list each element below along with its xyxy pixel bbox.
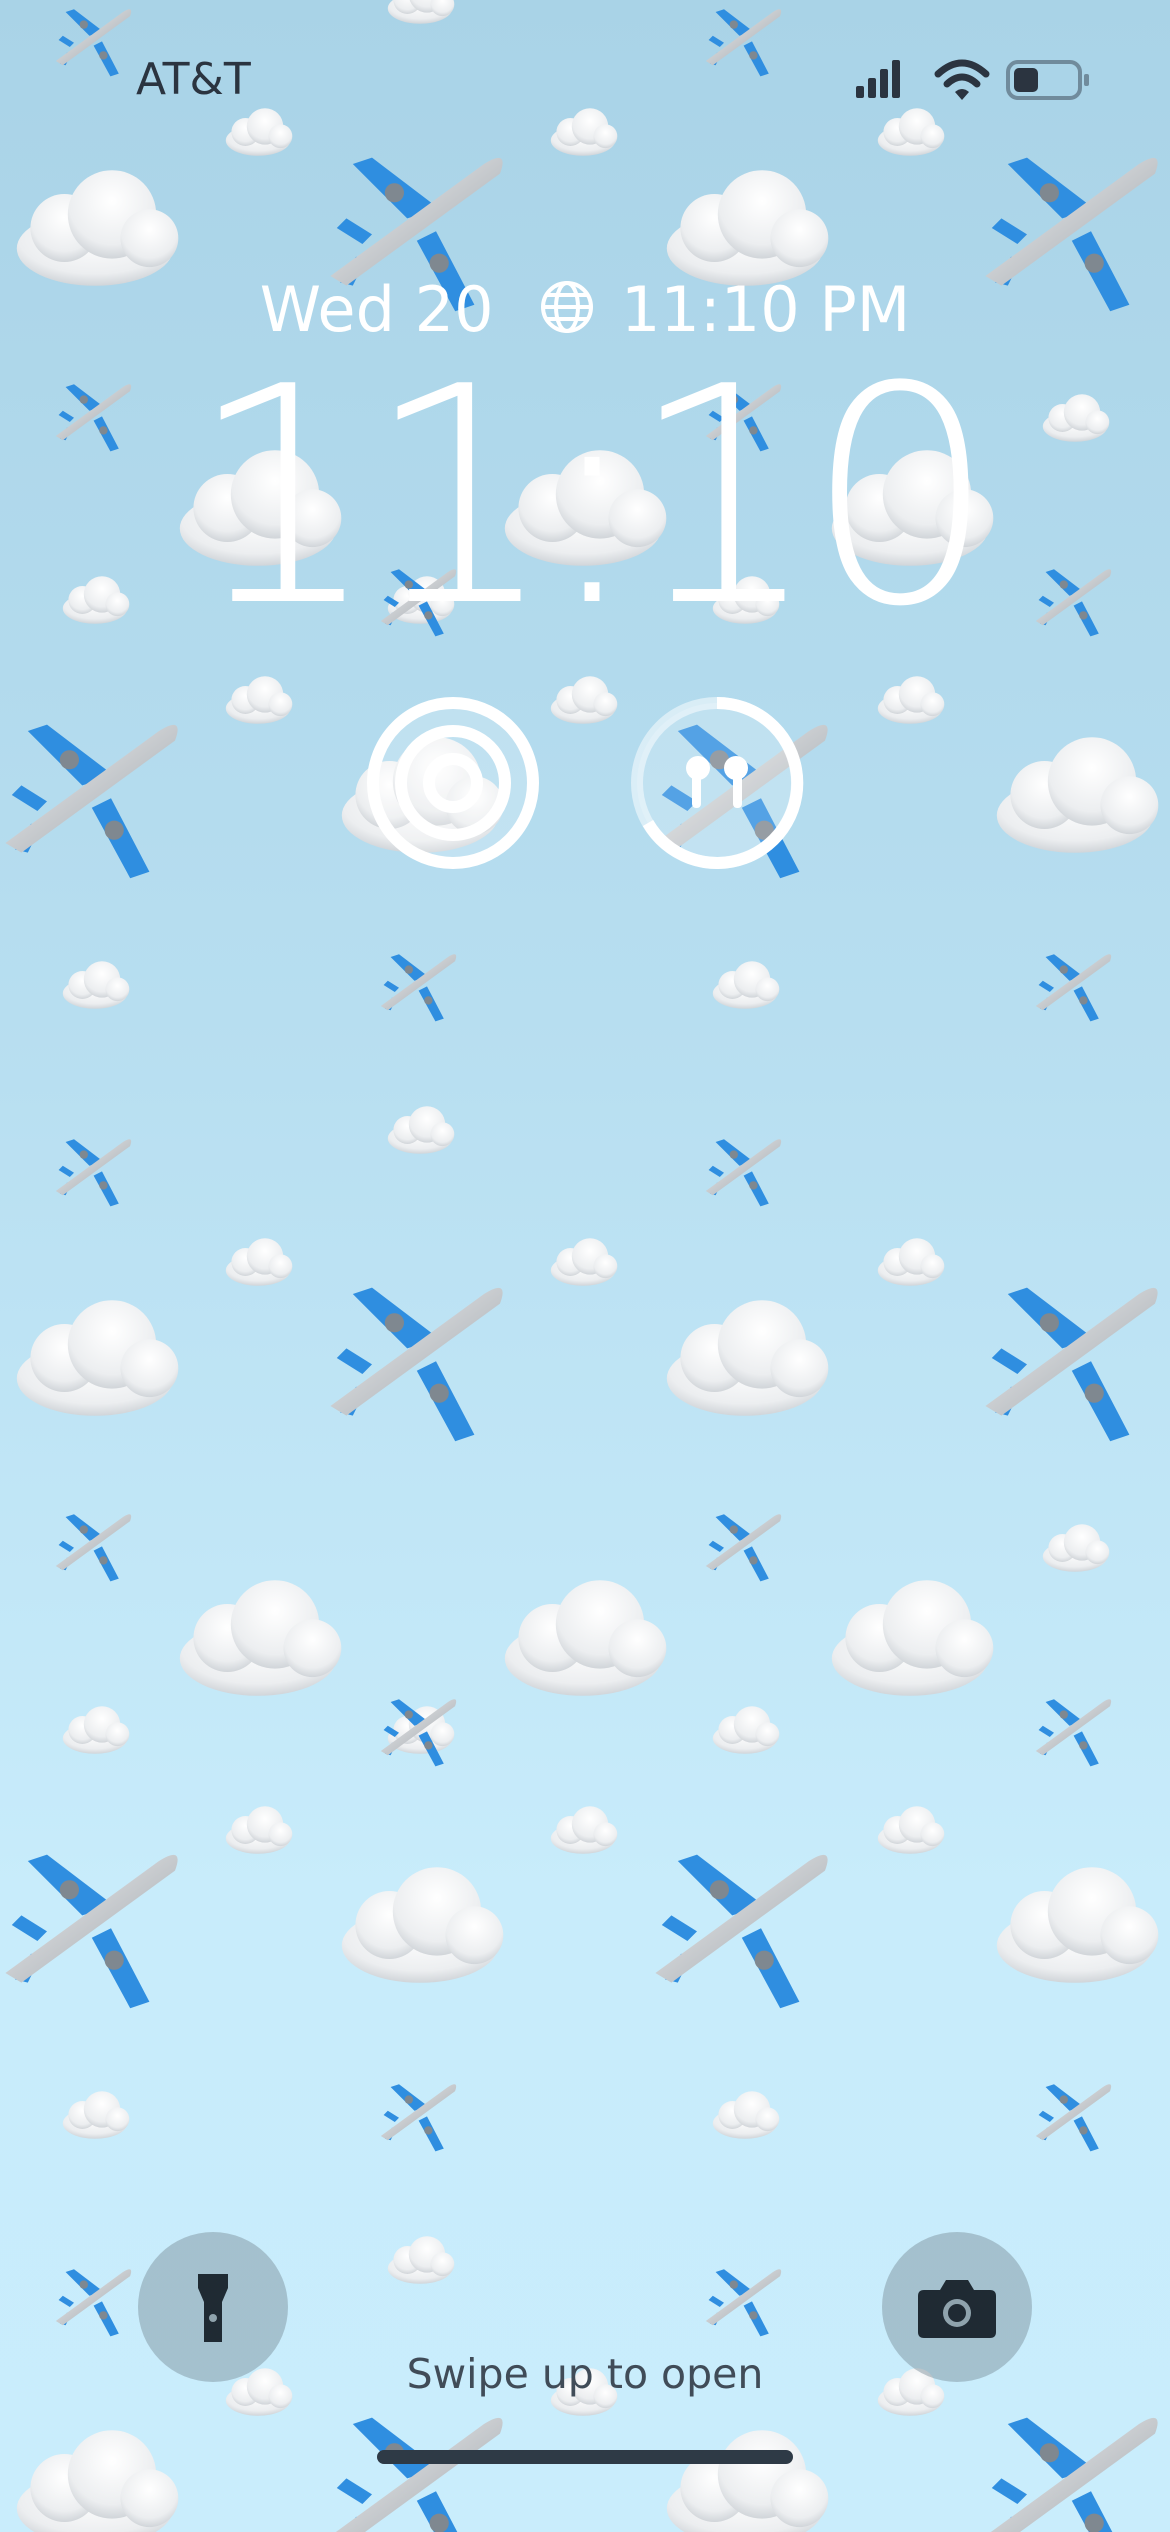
airplane-decoration [5, 724, 178, 879]
cloud-decoration [179, 1580, 342, 1696]
airplane-decoration [705, 2269, 782, 2337]
cloud-decoration [504, 1580, 667, 1696]
cloud-decoration [341, 1867, 504, 1983]
airpods-icon [631, 696, 804, 869]
cloud-decoration [712, 2091, 780, 2139]
airplane-decoration [330, 2417, 503, 2532]
cloud-decoration [16, 2430, 179, 2532]
cloud-decoration [550, 1238, 618, 1286]
airplane-decoration [985, 1287, 1158, 1442]
airplane-decoration [5, 1854, 178, 2009]
cloud-decoration [877, 1806, 945, 1854]
cloud-decoration [387, 2236, 455, 2284]
cloud-decoration [666, 1300, 829, 1416]
cloud-decoration [712, 1706, 780, 1754]
cloud-decoration [550, 1806, 618, 1854]
cloud-decoration [831, 1580, 994, 1696]
cloud-decoration [1042, 1524, 1110, 1572]
cloud-decoration [996, 737, 1159, 853]
focus-rings-icon [367, 697, 539, 869]
airplane-decoration [705, 1514, 782, 1582]
airplane-decoration [55, 2269, 132, 2337]
airplane-decoration [330, 1287, 503, 1442]
cloud-decoration [225, 676, 293, 724]
cloud-decoration [225, 1806, 293, 1854]
airplane-decoration [1035, 2084, 1112, 2152]
airplane-decoration [985, 2417, 1158, 2532]
airplane-decoration [55, 1139, 132, 1207]
cellular-signal-icon [856, 60, 900, 98]
wifi-icon [934, 59, 990, 100]
airplane-decoration [55, 1514, 132, 1582]
cloud-decoration [62, 2091, 130, 2139]
cloud-decoration [550, 676, 618, 724]
cloud-decoration [16, 170, 179, 286]
cloud-decoration [62, 961, 130, 1009]
focus-widget[interactable] [364, 694, 542, 872]
airplane-decoration [380, 954, 457, 1022]
cloud-decoration [877, 1238, 945, 1286]
swipe-up-hint: Swipe up to open [406, 2350, 764, 2398]
cloud-decoration [387, 1106, 455, 1154]
cloud-decoration [62, 1706, 130, 1754]
carrier-name: AT&T [136, 54, 251, 105]
home-indicator[interactable] [377, 2450, 793, 2464]
airplane-decoration [1035, 954, 1112, 1022]
status-bar: AT&T [0, 48, 1170, 118]
cloud-decoration [225, 1238, 293, 1286]
cloud-decoration [387, 0, 455, 24]
airplane-decoration [1035, 1699, 1112, 1767]
cloud-decoration [877, 676, 945, 724]
cloud-decoration [712, 961, 780, 1009]
cloud-decoration [16, 1300, 179, 1416]
cloud-decoration [996, 1867, 1159, 1983]
cloud-decoration [666, 170, 829, 286]
airplane-decoration [655, 1854, 828, 2009]
lock-screen-clock: 11:10 [187, 323, 997, 672]
battery-icon [1006, 60, 1089, 100]
airplane-decoration [705, 1139, 782, 1207]
cloud-decoration [666, 2430, 829, 2532]
status-icons [856, 58, 1092, 106]
airpods-battery-widget[interactable] [628, 694, 806, 872]
airplane-decoration [380, 2084, 457, 2152]
